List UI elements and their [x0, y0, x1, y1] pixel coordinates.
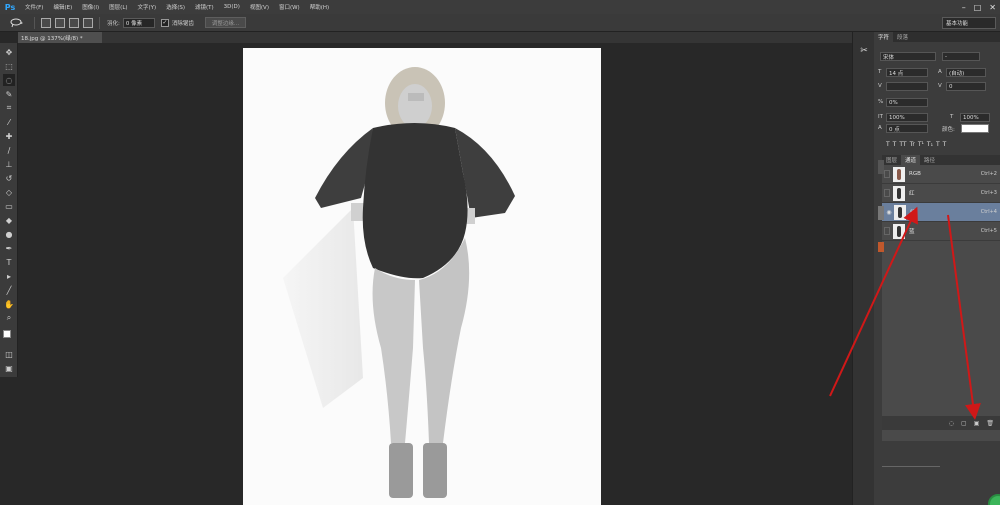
- arrow-to-green-channel: [829, 206, 918, 397]
- annotation-arrows: [829, 206, 981, 420]
- arrow-to-new-channel: [947, 214, 981, 420]
